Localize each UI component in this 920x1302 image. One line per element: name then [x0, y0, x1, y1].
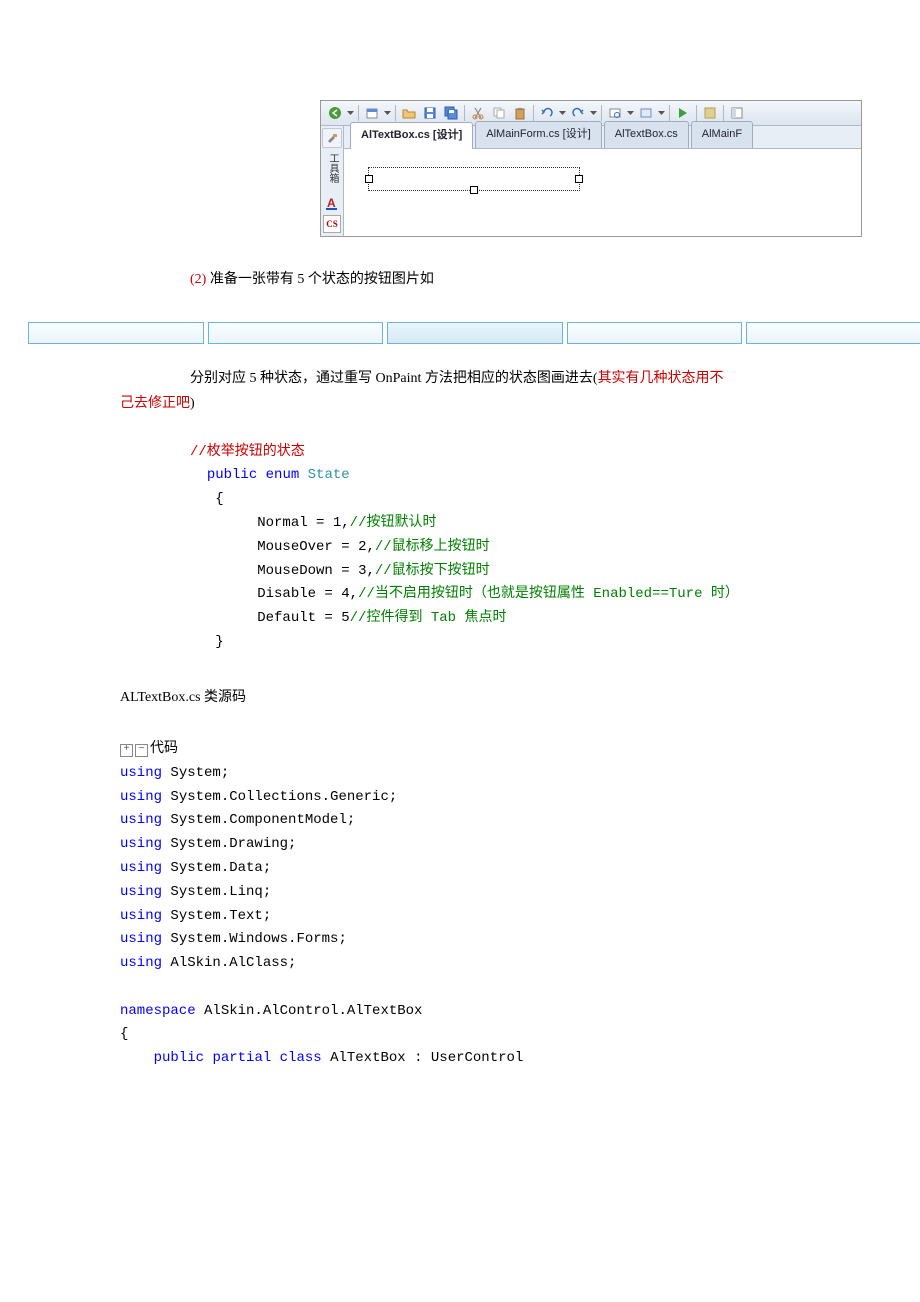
find-icon[interactable] — [605, 104, 625, 122]
dropdown-arrow-icon[interactable] — [626, 111, 635, 116]
toolbox-sidebar: 工具箱 A CS — [321, 126, 344, 236]
dropdown-arrow-icon[interactable] — [589, 111, 598, 116]
state-default — [746, 322, 920, 344]
para-onpaint: 分别对应 5 种状态，通过重写 OnPaint 方法把相应的状态图画进去(其实有… — [190, 366, 920, 416]
dropdown-arrow-icon[interactable] — [657, 111, 666, 116]
tab-altextbox-design[interactable]: AlTextBox.cs [设计] — [350, 122, 473, 149]
save-icon[interactable] — [420, 104, 440, 122]
textbox-control[interactable] — [368, 167, 580, 191]
toolbox-hammer-icon[interactable] — [322, 128, 342, 148]
start-debug-icon[interactable] — [673, 104, 693, 122]
state-normal — [28, 322, 204, 344]
svg-text:A: A — [327, 196, 336, 210]
ide-screenshot: 工具箱 A CS AlTextBox.cs [设计] AlMainForm.cs… — [320, 100, 862, 237]
expand-icon[interactable]: + — [120, 744, 133, 757]
toolbox-label: 工具箱 — [323, 153, 341, 183]
document-tabs: AlTextBox.cs [设计] AlMainForm.cs [设计] AlT… — [344, 126, 861, 149]
tab-altextbox-code[interactable]: AlTextBox.cs — [604, 121, 689, 148]
source-code-block: +−代码 using System; using System.Collecti… — [120, 738, 920, 1071]
state-mouseover — [208, 322, 384, 344]
redo-icon[interactable] — [568, 104, 588, 122]
dropdown-arrow-icon[interactable] — [558, 111, 567, 116]
open-folder-icon[interactable] — [399, 104, 419, 122]
step-desc: 准备一张带有 5 个状态的按钮图片如 — [210, 272, 434, 287]
paste-icon[interactable] — [510, 104, 530, 122]
dropdown-arrow-icon[interactable] — [346, 111, 355, 116]
designer-canvas — [344, 149, 861, 209]
toolbox-cs-icon[interactable]: CS — [323, 215, 341, 233]
properties-icon[interactable] — [727, 104, 747, 122]
step-number: (2) — [190, 272, 206, 287]
collapse-icon[interactable]: − — [135, 744, 148, 757]
state-mousedown — [387, 322, 563, 344]
undo-icon[interactable] — [537, 104, 557, 122]
resize-handle-bottom[interactable] — [470, 186, 478, 194]
enum-code-block: //枚举按钮的状态 public enum State { Normal = 1… — [190, 441, 920, 655]
class-source-label: ALTextBox.cs 类源码 — [120, 685, 920, 710]
step-2-text: (2) 准备一张带有 5 个状态的按钮图片如 — [190, 267, 920, 292]
resize-handle-left[interactable] — [365, 175, 373, 183]
resize-handle-right[interactable] — [575, 175, 583, 183]
state-disable — [567, 322, 743, 344]
solution-config-icon[interactable] — [700, 104, 720, 122]
dropdown-arrow-icon[interactable] — [383, 111, 392, 116]
button-states-image — [20, 300, 920, 352]
tab-almainform-code[interactable]: AlMainF — [691, 121, 753, 148]
tab-almainform-design[interactable]: AlMainForm.cs [设计] — [475, 121, 602, 148]
save-all-icon[interactable] — [441, 104, 461, 122]
copy-icon[interactable] — [489, 104, 509, 122]
comment-icon[interactable] — [636, 104, 656, 122]
cut-icon[interactable] — [468, 104, 488, 122]
toolbox-a-icon[interactable]: A — [323, 194, 341, 212]
new-project-icon[interactable] — [362, 104, 382, 122]
nav-back-icon[interactable] — [325, 104, 345, 122]
